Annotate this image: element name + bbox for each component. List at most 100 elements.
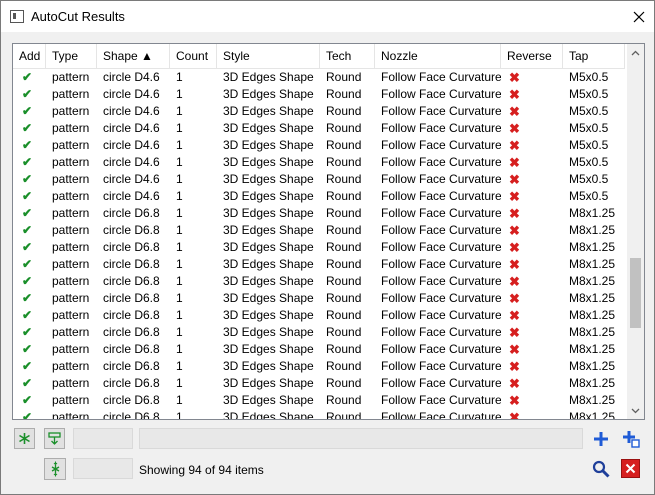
add-button[interactable] (590, 428, 611, 449)
table-row[interactable]: ✔ pattern circle D6.8 1 3D Edges Shape Round F… (13, 358, 625, 375)
cell-type: pattern (52, 104, 90, 118)
table-row[interactable]: ✔ pattern circle D4.6 1 3D Edges Shape Round F… (13, 120, 625, 137)
cell-nozzle: Follow Face Curvature (381, 87, 501, 101)
column-header-count[interactable]: Count (170, 44, 217, 68)
filter-value-field-1[interactable] (73, 428, 133, 449)
column-header-tap[interactable]: Tap (563, 44, 625, 68)
cell-nozzle: Follow Face Curvature (381, 206, 501, 220)
window-title: AutoCut Results (31, 9, 125, 24)
add-check-icon: ✔ (22, 223, 33, 237)
chevron-down-icon (631, 408, 640, 413)
cell-tap: M8x1.25 (569, 410, 616, 420)
filter-text-field[interactable] (139, 428, 583, 449)
cell-tap: M8x1.25 (569, 342, 616, 356)
column-header-shape[interactable]: Shape ▲ (97, 44, 170, 68)
cell-tech: Round (326, 104, 362, 118)
column-header-tech[interactable]: Tech (320, 44, 375, 68)
table-row[interactable]: ✔ pattern circle D6.8 1 3D Edges Shape Round F… (13, 256, 625, 273)
cell-tap: M5x0.5 (569, 87, 609, 101)
reverse-cross-icon: ✖ (509, 206, 520, 221)
table-row[interactable]: ✔ pattern circle D4.6 1 3D Edges Shape Round F… (13, 171, 625, 188)
add-check-icon: ✔ (22, 206, 33, 220)
cell-tech: Round (326, 155, 362, 169)
column-header-style[interactable]: Style (217, 44, 320, 68)
cell-shape: circle D6.8 (103, 206, 160, 220)
cancel-button[interactable] (621, 459, 640, 478)
cell-tech: Round (326, 359, 362, 373)
table-row[interactable]: ✔ pattern circle D6.8 1 3D Edges Shape Round F… (13, 341, 625, 358)
results-list[interactable]: Add Type Shape ▲ Count Style Tech Nozzle… (12, 43, 645, 420)
filter-value-field-2[interactable] (73, 458, 133, 479)
cell-tap: M5x0.5 (569, 70, 609, 84)
cell-style: 3D Edges Shape (223, 257, 314, 271)
cell-style: 3D Edges Shape (223, 410, 314, 420)
column-header-add[interactable]: Add (13, 44, 46, 68)
scrollbar-thumb[interactable] (630, 258, 641, 328)
cell-style: 3D Edges Shape (223, 155, 314, 169)
cell-shape: circle D6.8 (103, 257, 160, 271)
reverse-cross-icon: ✖ (509, 308, 520, 323)
cell-shape: circle D6.8 (103, 274, 160, 288)
table-row[interactable]: ✔ pattern circle D6.8 1 3D Edges Shape Round F… (13, 205, 625, 222)
cell-style: 3D Edges Shape (223, 325, 314, 339)
table-row[interactable]: ✔ pattern circle D6.8 1 3D Edges Shape Round F… (13, 409, 625, 420)
add-check-icon: ✔ (22, 70, 33, 84)
table-row[interactable]: ✔ pattern circle D6.8 1 3D Edges Shape Round F… (13, 239, 625, 256)
reverse-cross-icon: ✖ (509, 342, 520, 357)
add-multiple-button[interactable] (620, 428, 641, 449)
table-row[interactable]: ✔ pattern circle D4.6 1 3D Edges Shape Round F… (13, 188, 625, 205)
reverse-cross-icon: ✖ (509, 87, 520, 102)
cell-style: 3D Edges Shape (223, 206, 314, 220)
table-row[interactable]: ✔ pattern circle D6.8 1 3D Edges Shape Round F… (13, 307, 625, 324)
reverse-cross-icon: ✖ (509, 393, 520, 408)
cell-tech: Round (326, 70, 362, 84)
filter-icon (48, 432, 61, 445)
cell-nozzle: Follow Face Curvature (381, 138, 501, 152)
cell-type: pattern (52, 206, 90, 220)
cell-style: 3D Edges Shape (223, 172, 314, 186)
table-row[interactable]: ✔ pattern circle D4.6 1 3D Edges Shape Round F… (13, 154, 625, 171)
cell-count: 1 (176, 206, 183, 220)
app-window-icon (10, 10, 24, 23)
column-header-nozzle[interactable]: Nozzle (375, 44, 501, 68)
cell-count: 1 (176, 223, 183, 237)
cell-nozzle: Follow Face Curvature (381, 325, 501, 339)
table-row[interactable]: ✔ pattern circle D4.6 1 3D Edges Shape Round F… (13, 137, 625, 154)
table-row[interactable]: ✔ pattern circle D4.6 1 3D Edges Shape Round F… (13, 69, 625, 86)
search-icon (592, 460, 610, 478)
table-row[interactable]: ✔ pattern circle D6.8 1 3D Edges Shape Round F… (13, 324, 625, 341)
sort-button[interactable] (44, 458, 66, 480)
table-row[interactable]: ✔ pattern circle D6.8 1 3D Edges Shape Round F… (13, 273, 625, 290)
table-row[interactable]: ✔ pattern circle D6.8 1 3D Edges Shape Round F… (13, 222, 625, 239)
close-button[interactable] (624, 1, 654, 32)
reverse-cross-icon: ✖ (509, 121, 520, 136)
cell-shape: circle D6.8 (103, 240, 160, 254)
column-header-reverse[interactable]: Reverse (501, 44, 563, 68)
reverse-cross-icon: ✖ (509, 172, 520, 187)
search-button[interactable] (590, 458, 611, 479)
table-row[interactable]: ✔ pattern circle D4.6 1 3D Edges Shape Round F… (13, 86, 625, 103)
scroll-up-button[interactable] (627, 44, 644, 61)
vertical-scrollbar[interactable] (627, 44, 644, 419)
cell-type: pattern (52, 257, 90, 271)
table-row[interactable]: ✔ pattern circle D6.8 1 3D Edges Shape Round F… (13, 290, 625, 307)
scroll-down-button[interactable] (627, 402, 644, 419)
table-row[interactable]: ✔ pattern circle D4.6 1 3D Edges Shape Round F… (13, 103, 625, 120)
table-row[interactable]: ✔ pattern circle D6.8 1 3D Edges Shape Round F… (13, 375, 625, 392)
cell-shape: circle D6.8 (103, 308, 160, 322)
add-check-icon: ✔ (22, 376, 33, 390)
cell-nozzle: Follow Face Curvature (381, 376, 501, 390)
filter-button[interactable] (44, 428, 65, 449)
add-check-icon: ✔ (22, 308, 33, 322)
select-all-button[interactable] (14, 428, 35, 449)
column-header-type[interactable]: Type (46, 44, 97, 68)
reverse-cross-icon: ✖ (509, 155, 520, 170)
cell-shape: circle D6.8 (103, 291, 160, 305)
cell-style: 3D Edges Shape (223, 274, 314, 288)
cell-count: 1 (176, 376, 183, 390)
cell-count: 1 (176, 104, 183, 118)
cell-tap: M8x1.25 (569, 291, 616, 305)
table-row[interactable]: ✔ pattern circle D6.8 1 3D Edges Shape Round F… (13, 392, 625, 409)
cell-tech: Round (326, 206, 362, 220)
cell-style: 3D Edges Shape (223, 393, 314, 407)
